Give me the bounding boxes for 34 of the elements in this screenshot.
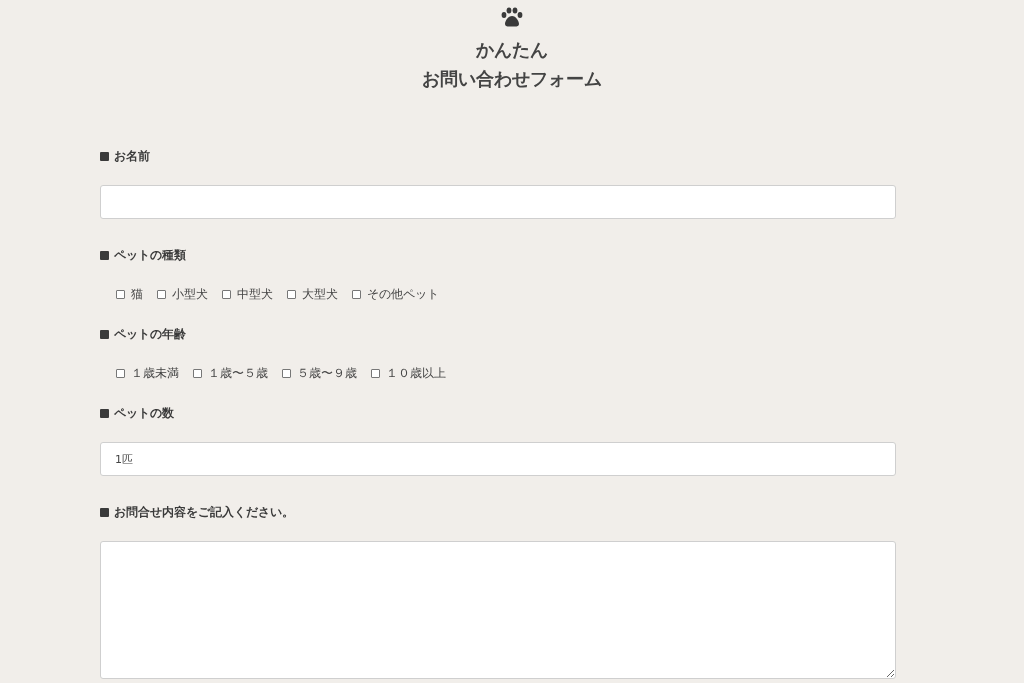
checkbox-label: 猫 bbox=[131, 285, 143, 303]
field-label: お問合せ内容をご記入ください。 bbox=[114, 504, 294, 520]
square-bullet-icon bbox=[100, 250, 109, 260]
checkbox-label: １０歳以上 bbox=[386, 364, 446, 382]
checkbox-label: １歳〜５歳 bbox=[208, 364, 268, 382]
square-bullet-icon bbox=[100, 329, 109, 339]
checkbox[interactable] bbox=[371, 368, 380, 378]
checkbox-label: ５歳〜９歳 bbox=[297, 364, 357, 382]
paw-icon bbox=[501, 7, 523, 27]
field-label: ペットの種類 bbox=[114, 247, 186, 263]
checkbox-label: １歳未満 bbox=[131, 364, 179, 382]
field-label: ペットの年齢 bbox=[114, 326, 186, 342]
square-bullet-icon bbox=[100, 151, 109, 161]
text-field[interactable]: 1匹 bbox=[100, 442, 896, 476]
checkbox[interactable] bbox=[352, 289, 361, 299]
checkbox[interactable] bbox=[116, 368, 125, 378]
checkbox[interactable] bbox=[157, 289, 166, 299]
message-field[interactable] bbox=[100, 541, 896, 679]
checkbox-label: 中型犬 bbox=[237, 285, 273, 303]
checkbox-label: 大型犬 bbox=[302, 285, 338, 303]
checkbox[interactable] bbox=[282, 368, 291, 378]
checkbox[interactable] bbox=[287, 289, 296, 299]
checkbox[interactable] bbox=[193, 368, 202, 378]
field-label: ペットの数 bbox=[114, 405, 174, 421]
checkbox-label: その他ペット bbox=[367, 285, 439, 303]
checkbox-label: 小型犬 bbox=[172, 285, 208, 303]
checkbox[interactable] bbox=[116, 289, 125, 299]
form-title: かんたん bbox=[475, 38, 549, 62]
field-label: お名前 bbox=[114, 148, 150, 164]
square-bullet-icon bbox=[100, 507, 109, 517]
form-title: お問い合わせフォーム bbox=[422, 67, 602, 91]
text-field[interactable] bbox=[100, 185, 896, 219]
square-bullet-icon bbox=[100, 408, 109, 418]
checkbox[interactable] bbox=[222, 289, 231, 299]
